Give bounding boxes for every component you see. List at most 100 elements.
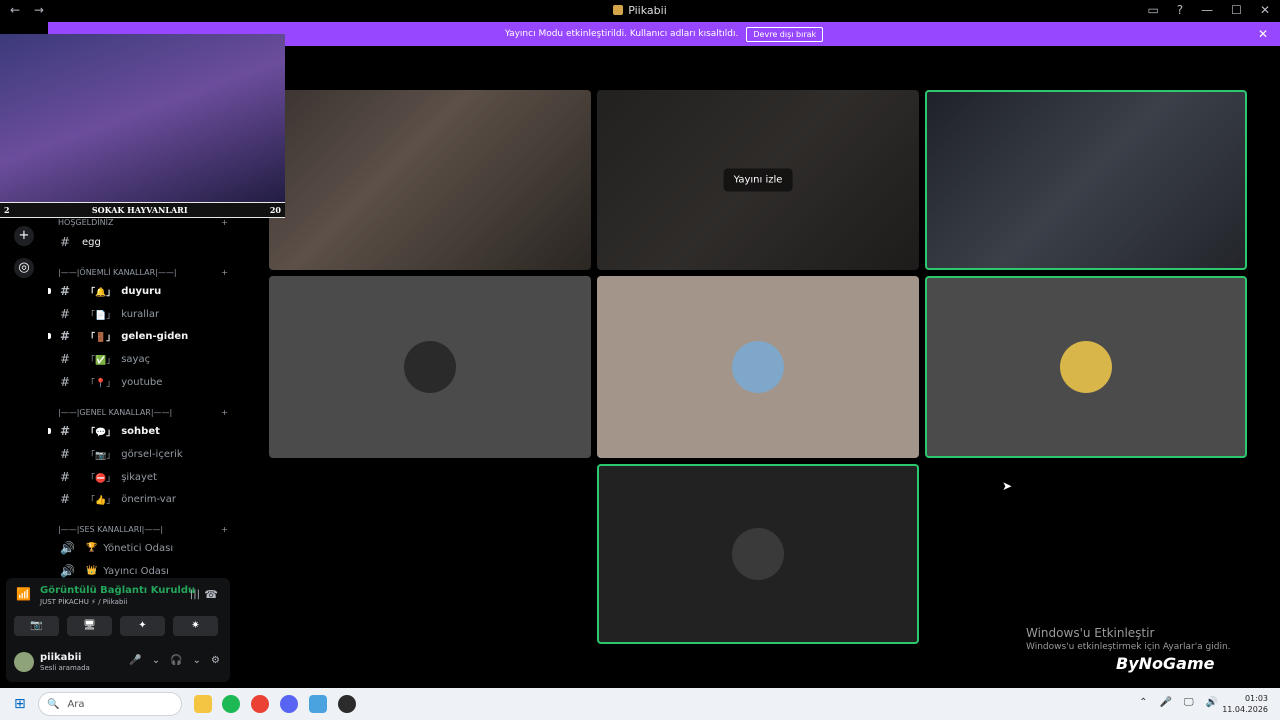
noise-suppression-icon[interactable]: ||| <box>190 589 200 600</box>
obs-icon[interactable] <box>338 695 356 713</box>
hash-icon: # <box>60 352 71 366</box>
category-label: |——|GENEL KANALLAR|——| <box>58 408 173 417</box>
disable-streamer-mode-button[interactable]: Devre dışı bırak <box>746 26 824 42</box>
settings-gear-icon[interactable]: ⚙ <box>211 655 220 666</box>
category-important[interactable]: |——|ÖNEMLİ KANALLAR|——| + <box>58 268 228 277</box>
channel-name: görsel-içerik <box>121 448 183 460</box>
discord-icon[interactable] <box>280 695 298 713</box>
channel-emoji: 「🚪」 <box>86 332 116 343</box>
tray-volume-icon[interactable]: 🔊 <box>1206 697 1218 708</box>
add-channel-icon[interactable]: + <box>221 408 228 417</box>
app-icon[interactable] <box>309 695 327 713</box>
screen-share-button[interactable]: 🖥 <box>67 616 112 636</box>
connection-status: Görüntülü Bağlantı Kuruldu <box>40 585 196 596</box>
maximize-icon[interactable]: ☐ <box>1231 3 1242 17</box>
channel-egg[interactable]: # egg <box>48 232 236 252</box>
minimize-icon[interactable]: — <box>1201 3 1213 17</box>
channel-emoji: 「⛔」 <box>86 473 116 484</box>
stream-webcam-overlay: 2 SOKAK HAYVANLARI 20 <box>0 34 285 218</box>
window-controls: ▭ ? — ☐ ✕ <box>1147 3 1270 17</box>
camera-button[interactable]: 📷 <box>14 616 59 636</box>
overlay-title: SOKAK HAYVANLARI <box>91 205 188 215</box>
close-window-icon[interactable]: ✕ <box>1260 3 1270 17</box>
video-tile-user-2[interactable] <box>597 276 919 458</box>
user-panel: piikabii Sesli aramada 🎤 ⌄ 🎧 ⌄ ⚙ <box>12 650 224 676</box>
channel-emoji: 👑 <box>86 566 98 576</box>
taskbar-clock[interactable]: 01:03 11.04.2026 <box>1222 693 1268 715</box>
add-server-icon[interactable]: + <box>14 226 34 246</box>
clock-time: 01:03 <box>1244 694 1268 703</box>
channel-onerim-var[interactable]: # 「👍」 önerim-var <box>48 489 236 509</box>
channel-name: egg <box>82 236 101 248</box>
channel-duyuru[interactable]: # 「🔔」 duyuru <box>48 281 236 301</box>
tray-mic-icon[interactable]: 🎤 <box>1159 697 1171 708</box>
search-placeholder: Ara <box>67 698 85 710</box>
channel-kurallar[interactable]: # 「📄」 kurallar <box>48 304 236 324</box>
mouse-cursor-icon: ➤ <box>1002 479 1013 493</box>
channel-emoji: 「📍」 <box>86 378 116 389</box>
window-title-text: Piikabii <box>628 4 667 17</box>
category-label: |——|ÖNEMLİ KANALLAR|——| <box>58 268 177 277</box>
banner-close-icon[interactable]: ✕ <box>1258 27 1268 41</box>
video-tile-camera-1[interactable] <box>269 90 591 270</box>
channel-name: gelen-giden <box>121 330 189 342</box>
tray-display-icon[interactable]: 🖵 <box>1184 697 1194 708</box>
channel-sohbet[interactable]: # 「💬」 sohbet <box>48 421 236 441</box>
file-explorer-icon[interactable] <box>194 695 212 713</box>
disconnect-icon[interactable]: ☎ <box>204 588 218 601</box>
hash-icon: # <box>60 470 71 484</box>
taskbar-search-input[interactable]: 🔍 Ara <box>38 692 182 716</box>
category-label: |——|SES KANALLARI|——| <box>58 525 164 534</box>
hash-icon: # <box>60 424 71 438</box>
hash-icon: # <box>60 329 71 343</box>
system-tray: ⌃ 🎤 🖵 🔊 <box>1139 697 1218 708</box>
add-channel-icon[interactable]: + <box>221 268 228 277</box>
help-icon[interactable]: ? <box>1177 3 1183 17</box>
inbox-icon[interactable]: ▭ <box>1147 3 1158 17</box>
video-tile-user-1[interactable] <box>269 276 591 458</box>
hash-icon: # <box>60 375 71 389</box>
speaker-icon: 🔊 <box>60 541 75 555</box>
channel-sayac[interactable]: # 「✅」 sayaç <box>48 349 236 369</box>
watch-stream-button[interactable]: Yayını izle <box>723 168 793 192</box>
video-tile-user-3[interactable] <box>925 276 1247 458</box>
video-tile-user-4[interactable] <box>597 464 919 644</box>
channel-emoji: 「💬」 <box>86 427 116 438</box>
soundboard-button[interactable]: ✷ <box>173 616 218 636</box>
add-channel-icon[interactable]: + <box>221 218 228 227</box>
explore-icon[interactable]: ◎ <box>14 258 34 278</box>
channel-emoji: 「👍」 <box>86 495 116 506</box>
video-tile-screenshare[interactable]: Yayını izle <box>597 90 919 270</box>
activities-button[interactable]: ✦ <box>120 616 165 636</box>
add-channel-icon[interactable]: + <box>221 525 228 534</box>
windows-activation-notice: Windows'u Etkinleştir Windows'u etkinleş… <box>1026 626 1231 652</box>
voice-channel-yonetici[interactable]: 🔊 🏆 Yönetici Odası <box>48 538 236 558</box>
tray-expand-icon[interactable]: ⌃ <box>1139 697 1147 708</box>
chrome-icon[interactable] <box>251 695 269 713</box>
headphones-options-icon[interactable]: ⌄ <box>193 655 201 666</box>
channel-sikayet[interactable]: # 「⛔」 şikayet <box>48 467 236 487</box>
video-tile-camera-2[interactable] <box>925 90 1247 270</box>
banner-text: Yayıncı Modu etkinleştirildi. Kullanıcı … <box>504 29 739 39</box>
window-titlebar: ← → Piikabii ▭ ? — ☐ ✕ <box>0 0 1280 22</box>
spotify-icon[interactable] <box>222 695 240 713</box>
channel-gorsel-icerik[interactable]: # 「📷」 görsel-içerik <box>48 444 236 464</box>
overlay-left-number: 2 <box>4 205 10 215</box>
channel-gelen-giden[interactable]: # 「🚪」 gelen-giden <box>48 326 236 346</box>
channel-name: youtube <box>121 376 163 388</box>
overlay-right-number: 20 <box>269 205 281 215</box>
mic-options-icon[interactable]: ⌄ <box>152 655 160 666</box>
mic-icon[interactable]: 🎤 <box>129 655 141 666</box>
window-title: Piikabii <box>0 4 1280 17</box>
channel-name: kurallar <box>121 308 160 320</box>
connection-subtitle[interactable]: JUST PİKACHU ⚡ / Piikabii <box>40 598 127 606</box>
category-welcome[interactable]: HOŞGELDİNİZ + <box>58 218 228 227</box>
headphones-icon[interactable]: 🎧 <box>170 655 182 666</box>
windows-start-icon[interactable]: ⊞ <box>14 696 30 712</box>
channel-youtube[interactable]: # 「📍」 youtube <box>48 372 236 392</box>
category-general[interactable]: |——|GENEL KANALLAR|——| + <box>58 408 228 417</box>
channel-emoji: 「📄」 <box>86 310 116 321</box>
category-voice[interactable]: |——|SES KANALLARI|——| + <box>58 525 228 534</box>
channel-emoji: 🏆 <box>86 543 98 553</box>
avatar[interactable] <box>14 652 34 672</box>
